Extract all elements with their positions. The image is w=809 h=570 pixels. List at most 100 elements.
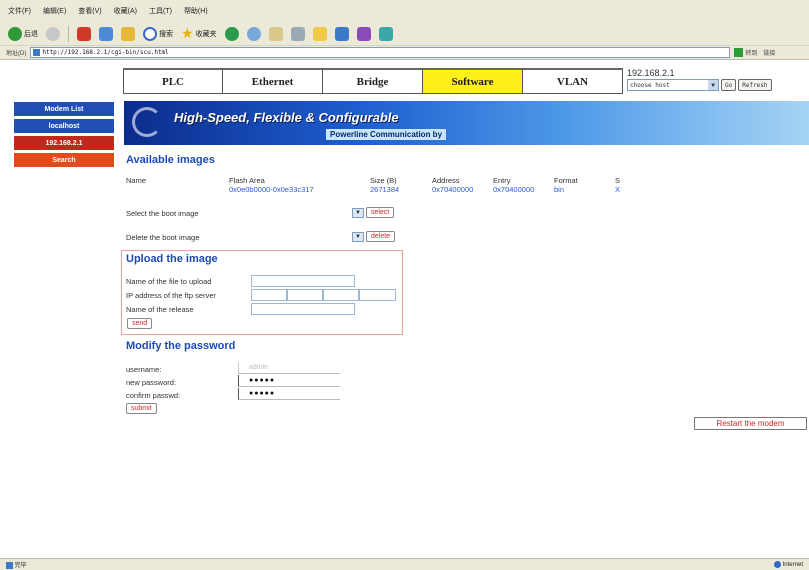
confirm-password-field[interactable]: ●●●●● <box>238 388 340 400</box>
header-address: Address <box>432 176 460 185</box>
password-title: Modify the password <box>126 340 236 352</box>
header-size: Size (B) <box>370 176 397 185</box>
tab-ethernet[interactable]: Ethernet <box>223 68 323 94</box>
upload-title: Upload the image <box>126 253 218 265</box>
username-field[interactable]: admin <box>238 362 340 374</box>
browser-toolbar: 后退 搜索 ★ 收藏夹 <box>0 22 809 46</box>
history-icon <box>246 26 261 41</box>
boot-image-label: Select the boot image <box>126 209 199 218</box>
menu-tools[interactable]: 工具(T) <box>149 6 172 16</box>
file-name-input[interactable] <box>251 275 355 287</box>
status-left: 完毕 <box>6 560 27 569</box>
row-flash-area: 0x0e0b0000-0x0e33c317 <box>229 185 314 194</box>
links-label[interactable]: 链接 <box>763 48 775 57</box>
banner-swirl-icon <box>132 107 162 137</box>
banner-subtitle: Powerline Communication by <box>326 129 447 140</box>
tab-software[interactable]: Software <box>423 68 523 94</box>
stop-button[interactable] <box>75 25 93 43</box>
star-icon: ★ <box>181 25 194 41</box>
messenger-icon <box>334 26 349 41</box>
submit-button[interactable]: submit <box>126 403 157 414</box>
status-right: Internet <box>773 560 803 568</box>
banner: High-Speed, Flexible & Configurable Powe… <box>124 101 809 145</box>
messenger-button[interactable] <box>333 25 351 43</box>
research-button[interactable] <box>355 25 373 43</box>
ftp-ip-octet-1[interactable] <box>251 289 287 301</box>
go-button[interactable]: 转到 <box>734 48 757 57</box>
new-password-field[interactable]: ●●●●● <box>238 375 340 387</box>
ftp-ip-octet-2[interactable] <box>287 289 323 301</box>
address-bar: 地址(D) http://192.168.2.1/cgi-bin/scu.htm… <box>0 46 809 60</box>
row-delete-x[interactable]: X <box>615 185 620 194</box>
chevron-down-icon: ▼ <box>708 80 718 90</box>
delete-button[interactable]: delete <box>366 231 396 242</box>
go-host-button[interactable]: Go <box>721 79 737 91</box>
chevron-down-icon: ▼ <box>355 234 361 240</box>
refresh-icon <box>99 26 113 41</box>
file-name-label: Name of the file to upload <box>126 277 212 286</box>
header-s: S <box>615 176 621 185</box>
refresh-hosts-button[interactable]: Refresh <box>738 79 772 91</box>
media-button[interactable] <box>223 25 241 43</box>
ftp-ip-label: IP address of the ftp server <box>126 291 216 300</box>
banner-title: High-Speed, Flexible & Configurable <box>174 110 399 125</box>
row-size: 2671384 <box>370 185 400 194</box>
url-text: http://192.168.2.1/cgi-bin/scu.html <box>42 49 169 56</box>
ftp-ip-octet-4[interactable] <box>359 289 396 301</box>
menu-favorites[interactable]: 收藏(A) <box>114 6 137 16</box>
tab-vlan[interactable]: VLAN <box>523 68 623 94</box>
home-button[interactable] <box>119 25 137 43</box>
header-entry: Entry <box>493 176 511 185</box>
page-done-icon <box>6 561 13 569</box>
menu-edit[interactable]: 编辑(E) <box>43 6 66 16</box>
host-select[interactable]: choose host ▼ <box>627 79 719 91</box>
edit-button[interactable] <box>311 25 329 43</box>
header-flash-area: Flash Area <box>229 176 265 185</box>
forward-button[interactable] <box>44 25 62 43</box>
extra-button[interactable] <box>377 25 395 43</box>
menu-file[interactable]: 文件(F) <box>8 6 31 16</box>
row-entry: 0x70400000 <box>493 185 535 194</box>
history-button[interactable] <box>245 25 263 43</box>
search-button[interactable]: 搜索 <box>141 25 175 43</box>
home-icon <box>121 26 135 41</box>
select-button[interactable]: select <box>366 207 395 218</box>
sidebar-item-localhost[interactable]: localhost <box>14 119 114 133</box>
release-name-input[interactable] <box>251 303 355 315</box>
host-selector: 192.168.2.1 choose host ▼ Go Refresh <box>627 68 772 91</box>
send-button[interactable]: send <box>127 318 153 329</box>
back-arrow-icon <box>8 26 22 41</box>
search-icon <box>143 26 157 41</box>
toolbar-divider <box>68 25 69 42</box>
print-button[interactable] <box>289 25 307 43</box>
tab-bridge[interactable]: Bridge <box>323 68 423 94</box>
ftp-ip-octet-3[interactable] <box>323 289 359 301</box>
sidebar: Modem List localhost 192.168.2.1 Search <box>14 102 114 170</box>
delete-image-select[interactable]: ▼ <box>352 232 364 242</box>
menu-view[interactable]: 查看(V) <box>78 6 101 16</box>
chevron-down-icon: ▼ <box>355 210 361 216</box>
tab-bar: PLC Ethernet Bridge Software VLAN <box>123 68 623 94</box>
restart-modem-button[interactable]: Restart the modem <box>694 417 807 430</box>
mail-button[interactable] <box>267 25 285 43</box>
back-button[interactable]: 后退 <box>6 25 40 43</box>
stop-icon <box>77 26 91 41</box>
sidebar-item-modem-list[interactable]: Modem List <box>14 102 114 116</box>
go-arrow-icon <box>734 48 744 57</box>
extra-icon <box>378 26 393 41</box>
tab-plc[interactable]: PLC <box>123 68 223 94</box>
media-icon <box>224 26 239 41</box>
folder-icon <box>312 26 327 41</box>
boot-image-select[interactable]: ▼ <box>352 208 364 218</box>
research-icon <box>356 26 371 41</box>
print-icon <box>290 26 305 41</box>
url-input[interactable]: http://192.168.2.1/cgi-bin/scu.html <box>30 47 731 58</box>
menu-help[interactable]: 帮助(H) <box>184 6 208 16</box>
refresh-button[interactable] <box>97 25 115 43</box>
sidebar-item-host-ip[interactable]: 192.168.2.1 <box>14 136 114 150</box>
favorites-button[interactable]: ★ 收藏夹 <box>179 25 219 43</box>
row-address: 0x70400000 <box>432 185 474 194</box>
sidebar-item-search[interactable]: Search <box>14 153 114 167</box>
release-name-label: Name of the release <box>126 305 194 314</box>
header-name: Name <box>126 176 147 185</box>
